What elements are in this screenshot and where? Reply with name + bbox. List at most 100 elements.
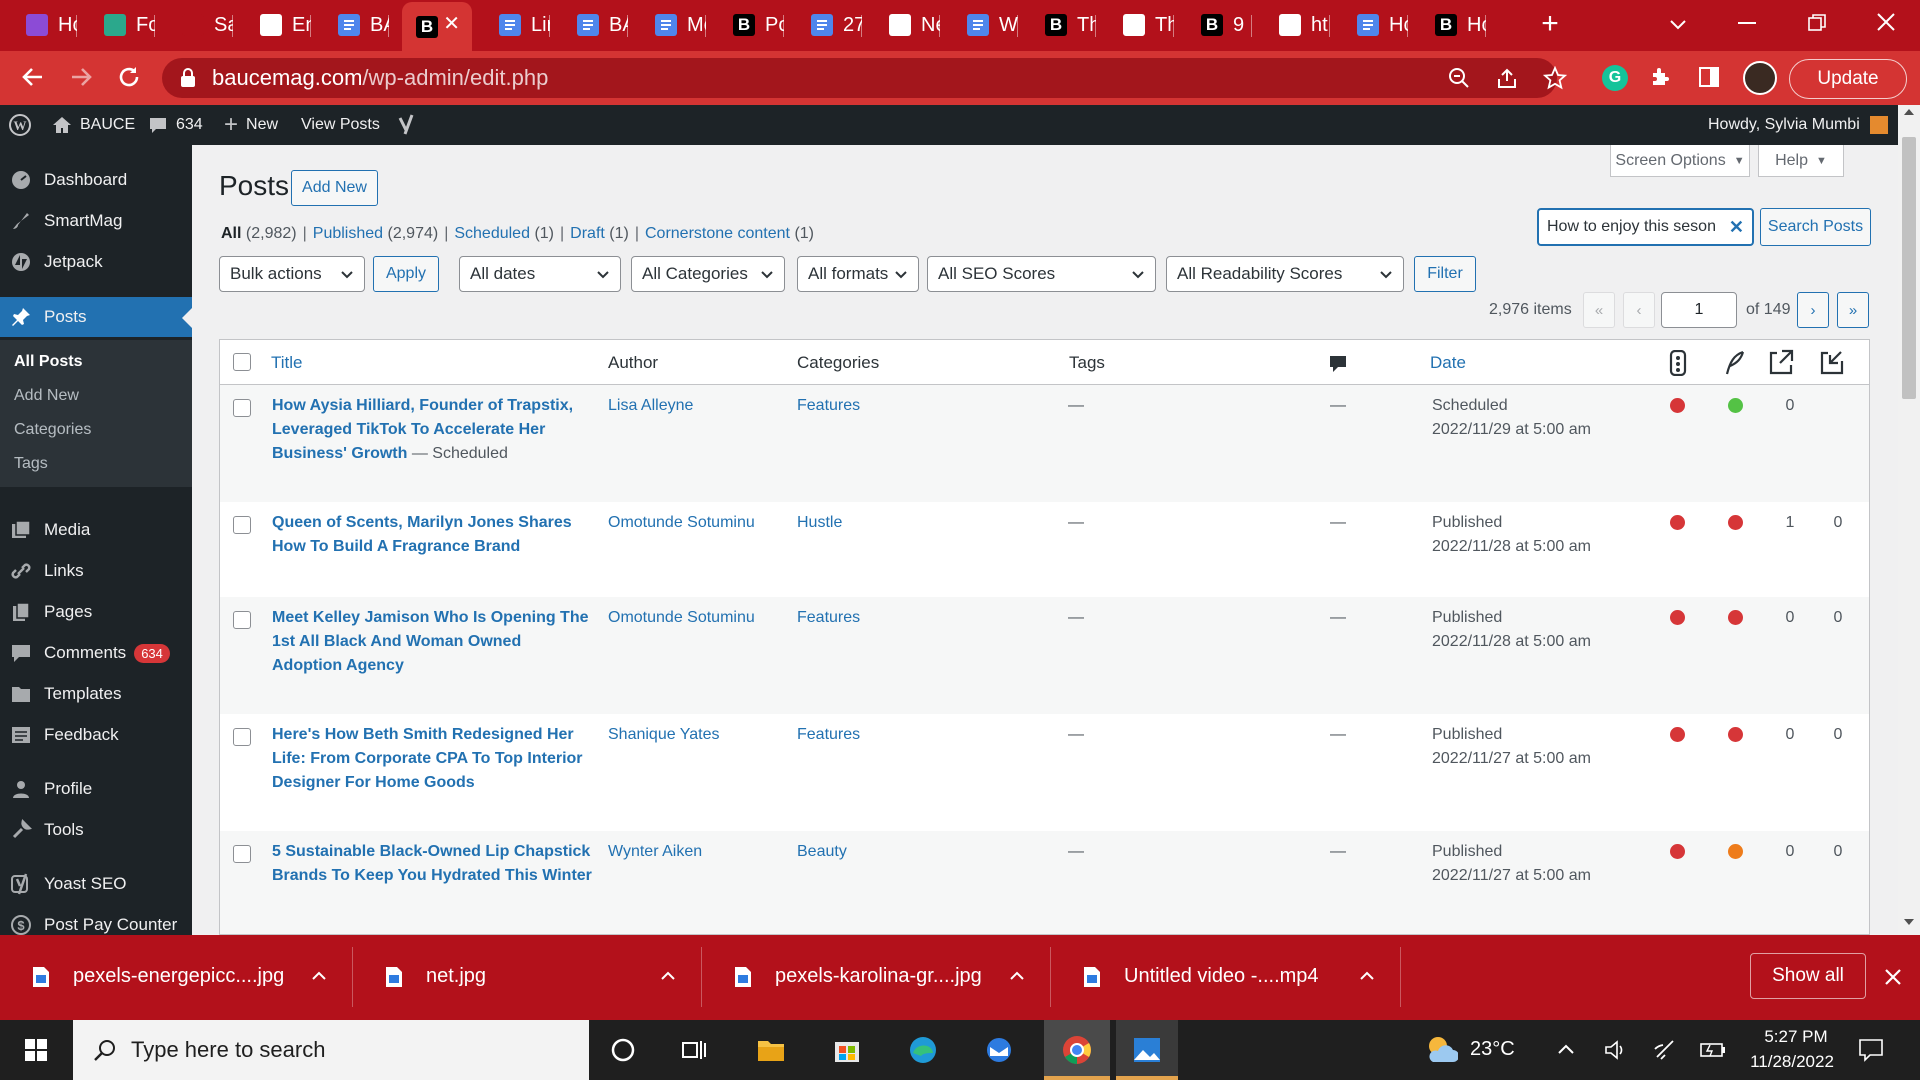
browser-tab[interactable]: Hc — [12, 5, 77, 45]
download-item[interactable]: Untitled video -....mp4 — [1051, 935, 1401, 1020]
show-hidden-icons-icon[interactable] — [1557, 1042, 1575, 1056]
seo-scores-select[interactable]: All SEO Scores — [927, 256, 1156, 292]
browser-tab[interactable]: Ne — [875, 5, 940, 45]
filter-button[interactable]: Filter — [1414, 256, 1476, 292]
incoming-links-column-icon[interactable] — [1819, 349, 1845, 375]
browser-tab[interactable]: En — [246, 5, 311, 45]
post-title-link[interactable]: Meet Kelley Jamison Who Is Opening The 1… — [272, 606, 592, 678]
view-link-scheduled[interactable]: Scheduled (1) — [454, 225, 554, 242]
author-link[interactable]: Lisa Alleyne — [608, 394, 693, 418]
browser-tab[interactable]: WI — [953, 5, 1018, 45]
comments-link[interactable]: 634 — [148, 105, 203, 145]
browser-tab[interactable]: B Hc — [1421, 5, 1486, 45]
wordpress-logo-icon[interactable]: W — [8, 105, 32, 145]
submenu-item-tags[interactable]: Tags — [14, 455, 48, 473]
clear-search-icon[interactable]: ✕ — [1724, 210, 1744, 244]
readability-scores-select[interactable]: All Readability Scores — [1166, 256, 1404, 292]
new-content-link[interactable]: + New — [224, 105, 278, 145]
category-link[interactable]: Beauty — [797, 840, 847, 864]
zoom-icon[interactable] — [1448, 67, 1470, 89]
battery-icon[interactable] — [1700, 1041, 1726, 1059]
prev-page-button[interactable]: ‹ — [1623, 292, 1655, 328]
grammarly-icon[interactable]: G — [1602, 65, 1628, 91]
download-item[interactable]: net.jpg — [353, 935, 702, 1020]
post-title-link[interactable]: Here's How Beth Smith Redesigned Her Lif… — [272, 723, 592, 795]
internal-links-column-icon[interactable] — [1768, 349, 1796, 375]
browser-tab[interactable]: Fo — [90, 5, 155, 45]
column-title[interactable]: Title — [271, 353, 303, 373]
browser-tab[interactable]: BA — [563, 5, 628, 45]
scroll-up-arrow[interactable] — [1904, 109, 1914, 115]
category-link[interactable]: Features — [797, 723, 860, 747]
row-checkbox[interactable] — [233, 728, 251, 746]
clock-date[interactable]: 11/28/2022 — [1742, 1052, 1842, 1072]
first-page-button[interactable]: « — [1583, 292, 1615, 328]
update-button[interactable]: Update — [1789, 59, 1907, 99]
apply-button[interactable]: Apply — [373, 256, 439, 292]
submenu-item-categories[interactable]: Categories — [14, 421, 91, 439]
notifications-icon[interactable] — [1858, 1037, 1884, 1063]
row-checkbox[interactable] — [233, 399, 251, 417]
formats-select[interactable]: All formats — [797, 256, 919, 292]
author-link[interactable]: Omotunde Sotuminu — [608, 606, 755, 630]
yoast-adminbar-icon[interactable] — [398, 105, 418, 145]
photos-app-icon[interactable] — [1116, 1020, 1178, 1080]
minimize-icon[interactable] — [1738, 22, 1756, 24]
forward-icon[interactable] — [68, 64, 94, 90]
post-title-link[interactable]: Queen of Scents, Marilyn Jones Shares Ho… — [272, 511, 592, 559]
sidebar-item-links[interactable]: Links — [0, 551, 192, 591]
sidebar-item-media[interactable]: Media — [0, 510, 192, 550]
categories-select[interactable]: All Categories — [631, 256, 785, 292]
post-title-link[interactable]: 5 Sustainable Black-Owned Lip Chapstick … — [272, 840, 592, 888]
author-link[interactable]: Wynter Aiken — [608, 840, 702, 864]
sidebar-item-feedback[interactable]: Feedback — [0, 715, 192, 755]
category-link[interactable]: Hustle — [797, 511, 842, 535]
browser-tab[interactable]: B9 — [1187, 5, 1252, 45]
back-icon[interactable] — [20, 64, 46, 90]
site-name-link[interactable]: BAUCE — [52, 105, 135, 145]
browser-tab[interactable]: BA — [324, 5, 389, 45]
view-link-cornerstone-content[interactable]: Cornerstone content (1) — [645, 225, 814, 242]
volume-icon[interactable] — [1604, 1039, 1628, 1061]
file-explorer-icon[interactable] — [740, 1020, 802, 1080]
view-posts-link[interactable]: View Posts — [301, 105, 380, 145]
sidebar-item-profile[interactable]: Profile — [0, 769, 192, 809]
address-bar[interactable]: baucemag.com/wp-admin/edit.php — [162, 58, 1567, 98]
sidebar-item-tools[interactable]: Tools — [0, 810, 192, 850]
close-downloads-icon[interactable] — [1884, 968, 1902, 986]
post-title-link[interactable]: How Aysia Hilliard, Founder of Trapstix,… — [272, 394, 592, 466]
dates-select[interactable]: All dates — [459, 256, 621, 292]
readability-column-icon[interactable] — [1724, 350, 1746, 376]
close-window-icon[interactable] — [1876, 12, 1896, 32]
chevron-up-icon[interactable] — [660, 969, 676, 981]
side-panel-icon[interactable] — [1698, 66, 1720, 88]
column-date[interactable]: Date — [1430, 353, 1466, 373]
current-page-input[interactable]: 1 — [1661, 292, 1737, 328]
author-link[interactable]: Omotunde Sotuminu — [608, 511, 755, 535]
browser-tab[interactable]: B Th — [1031, 5, 1096, 45]
browser-tab[interactable]: Mc — [641, 5, 706, 45]
download-item[interactable]: pexels-energepicc....jpg — [0, 935, 353, 1020]
mail-app-icon[interactable] — [968, 1020, 1030, 1080]
browser-tab[interactable]: Lir — [485, 5, 550, 45]
help-button[interactable]: Help ▼ — [1758, 145, 1844, 177]
chevron-up-icon[interactable] — [1009, 969, 1025, 981]
sidebar-item-dashboard[interactable]: Dashboard — [0, 160, 192, 200]
wifi-icon[interactable] — [1653, 1039, 1677, 1061]
comments-column-icon[interactable] — [1329, 354, 1347, 374]
next-page-button[interactable]: › — [1797, 292, 1829, 328]
share-icon[interactable] — [1496, 67, 1518, 89]
browser-tab[interactable]: Hc — [1343, 5, 1408, 45]
browser-tab[interactable]: BB✕ — [402, 2, 472, 51]
page-scrollbar[interactable] — [1898, 105, 1920, 935]
view-link-published[interactable]: Published (2,974) — [313, 225, 438, 242]
new-tab-button[interactable]: + — [1535, 9, 1565, 40]
reload-icon[interactable] — [116, 64, 142, 90]
weather-icon[interactable] — [1424, 1034, 1458, 1064]
task-view-icon[interactable] — [664, 1020, 726, 1080]
chevron-up-icon[interactable] — [1359, 969, 1375, 981]
sidebar-item-smartmag[interactable]: SmartMag — [0, 201, 192, 241]
submenu-item-all-posts[interactable]: All Posts — [14, 353, 82, 371]
my-account-link[interactable]: Howdy, Sylvia Mumbi — [1708, 105, 1890, 145]
cortana-icon[interactable] — [592, 1020, 654, 1080]
